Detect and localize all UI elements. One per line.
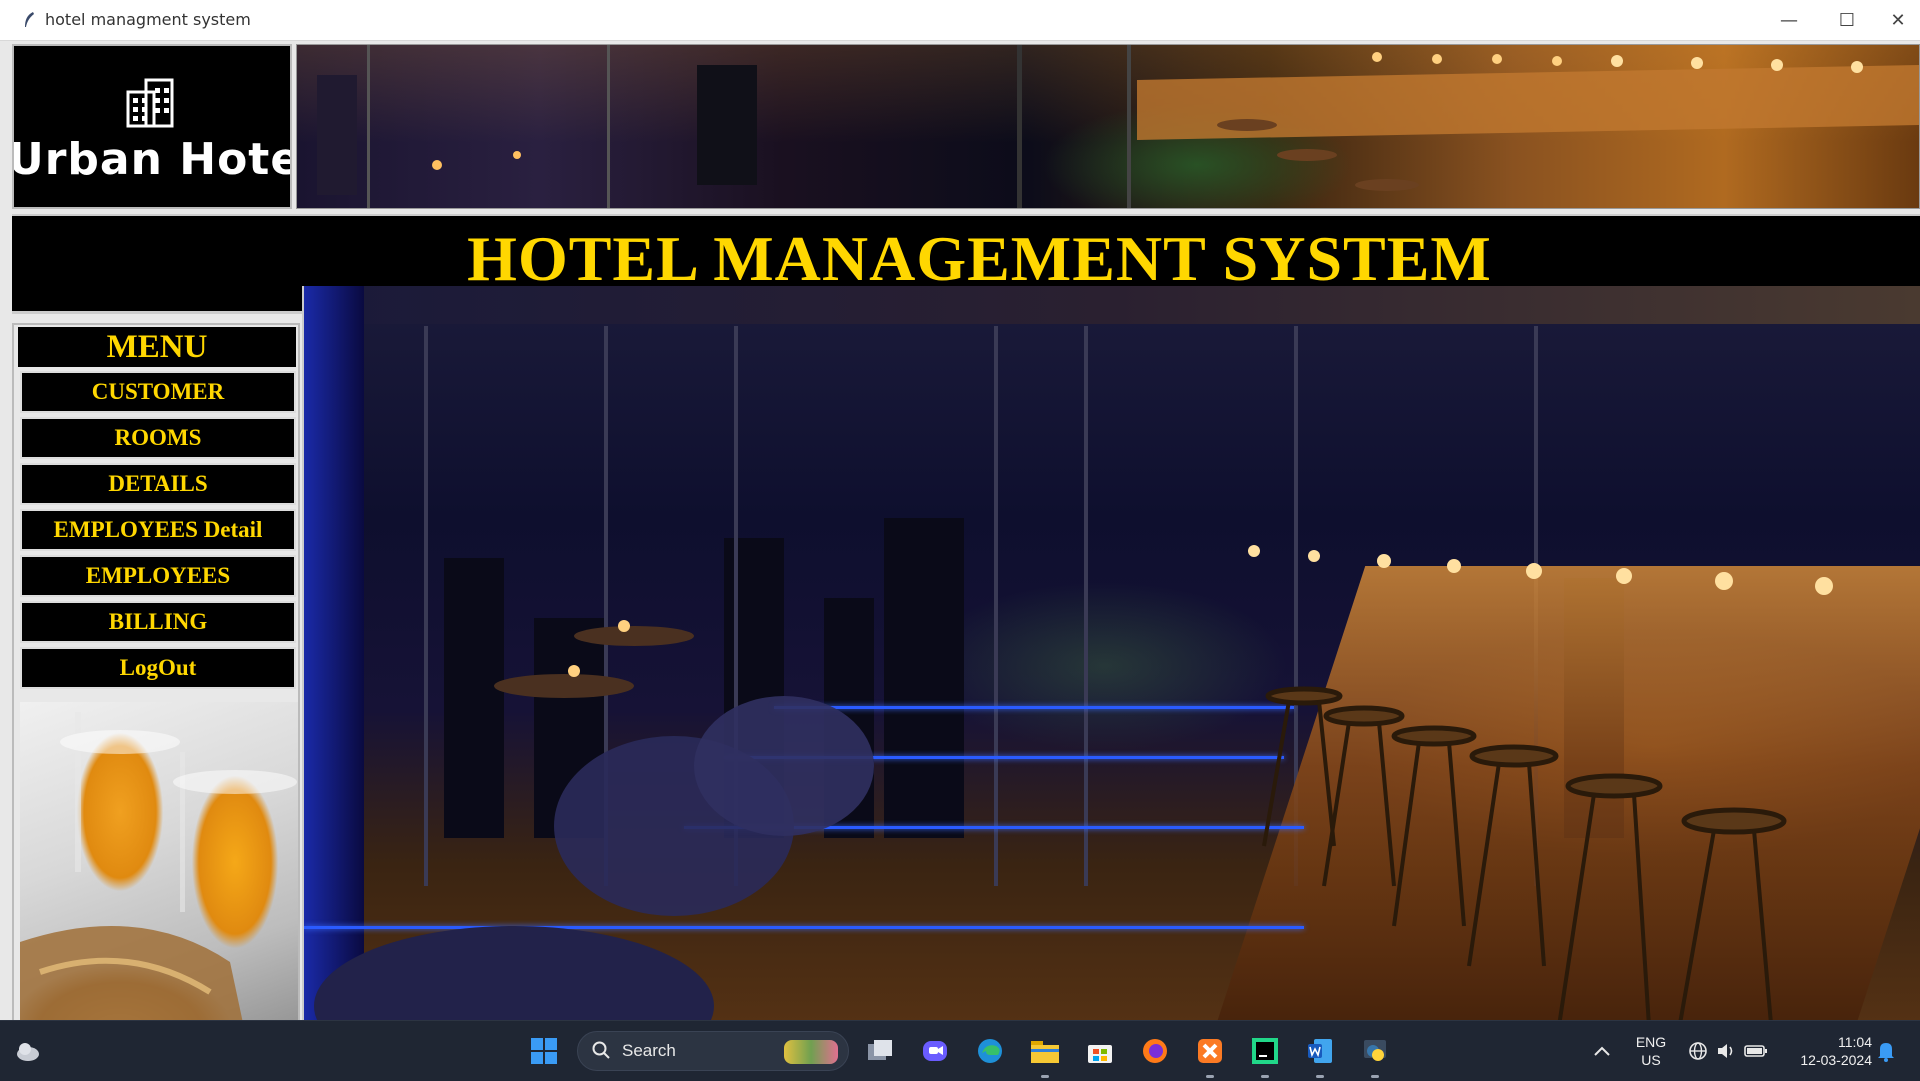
region-code: US: [1641, 1052, 1661, 1068]
food-photo: [20, 702, 298, 1056]
details-button[interactable]: DETAILS: [20, 463, 296, 505]
window-title: hotel managment system: [45, 10, 251, 29]
header-banner-image: [296, 44, 1920, 209]
billing-button[interactable]: BILLING: [20, 601, 296, 643]
clock-date: 12-03-2024: [1800, 1052, 1872, 1068]
taskbar-search[interactable]: Search: [577, 1031, 849, 1071]
clock-time: 11:04: [1838, 1034, 1872, 1050]
volume-icon[interactable]: [1710, 1035, 1742, 1067]
xampp-icon[interactable]: [1194, 1035, 1226, 1067]
minimize-button[interactable]: —: [1760, 0, 1818, 40]
notification-bell-icon[interactable]: [1870, 1035, 1902, 1067]
search-highlight-image: [784, 1040, 838, 1064]
language-code: ENG: [1635, 1034, 1667, 1050]
firefox-icon[interactable]: [1139, 1035, 1171, 1067]
word-icon[interactable]: [1304, 1035, 1336, 1067]
close-button[interactable]: ✕: [1876, 0, 1920, 40]
employees-detail-button[interactable]: EMPLOYEES Detail: [20, 509, 296, 551]
microsoft-store-icon[interactable]: [1084, 1035, 1116, 1067]
python-icon[interactable]: [1359, 1035, 1391, 1067]
rooms-button[interactable]: ROOMS: [20, 417, 296, 459]
building-icon: [126, 78, 174, 128]
task-view-icon[interactable]: [864, 1035, 896, 1067]
window-titlebar: hotel managment system — ☐ ✕: [0, 0, 1920, 41]
feather-icon: [25, 12, 34, 27]
maximize-button[interactable]: ☐: [1818, 0, 1876, 40]
running-indicator: [1041, 1075, 1049, 1078]
running-indicator: [1206, 1075, 1214, 1078]
employees-button[interactable]: EMPLOYEES: [20, 555, 296, 597]
running-indicator: [1316, 1075, 1324, 1078]
logo-text: Urban Hotel: [12, 134, 292, 185]
app-area: Urban Hotel HOTEL MANAGEMENT SYSTEM MENU…: [0, 41, 1920, 1058]
menu-title: MENU: [18, 327, 296, 367]
pycharm-icon[interactable]: [1249, 1035, 1281, 1067]
clock[interactable]: 11:04 12-03-2024: [1776, 1033, 1872, 1069]
battery-icon[interactable]: [1740, 1035, 1772, 1067]
menu-panel: MENU CUSTOMER ROOMS DETAILS EMPLOYEES De…: [12, 323, 300, 1058]
page-title: HOTEL MANAGEMENT SYSTEM: [467, 223, 1492, 294]
weather-icon[interactable]: [12, 1035, 44, 1067]
customer-button[interactable]: CUSTOMER: [20, 371, 296, 413]
chevron-up-icon[interactable]: [1586, 1035, 1618, 1067]
taskbar: Search ENG US 11:04 12-03-2024: [0, 1020, 1920, 1081]
edge-icon[interactable]: [974, 1035, 1006, 1067]
hero-lounge-image: [302, 286, 1920, 1058]
windows-start-icon[interactable]: [528, 1035, 560, 1067]
hotel-logo: Urban Hotel: [12, 44, 292, 209]
running-indicator: [1371, 1075, 1379, 1078]
file-explorer-icon[interactable]: [1029, 1035, 1061, 1067]
search-label: Search: [622, 1041, 676, 1060]
logout-button[interactable]: LogOut: [20, 647, 296, 689]
chat-icon[interactable]: [919, 1035, 951, 1067]
language-indicator[interactable]: ENG US: [1628, 1033, 1674, 1069]
running-indicator: [1261, 1075, 1269, 1078]
search-icon: [592, 1041, 610, 1059]
